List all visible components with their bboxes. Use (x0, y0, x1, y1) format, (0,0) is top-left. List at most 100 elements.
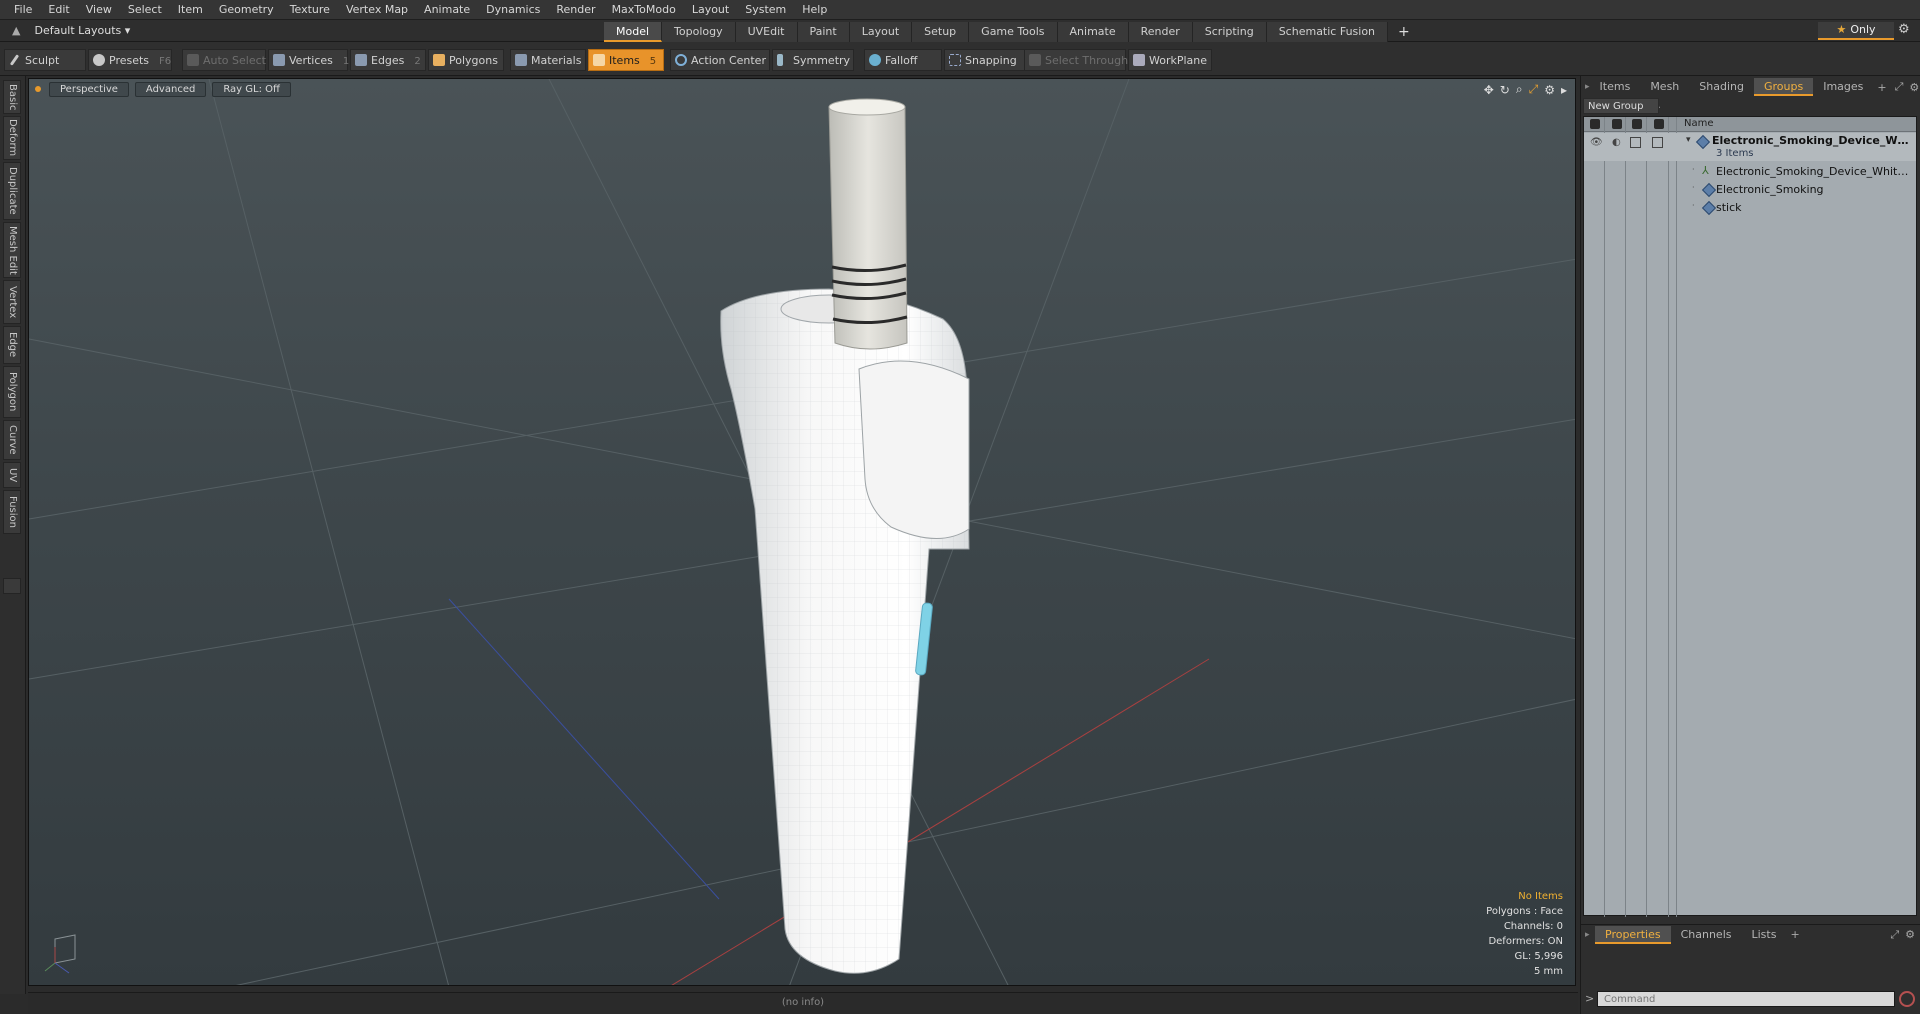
tab-game-tools[interactable]: Game Tools (969, 21, 1058, 42)
menu-help[interactable]: Help (794, 0, 835, 19)
vtab-edge[interactable]: Edge (3, 326, 21, 364)
panel-menu-icon[interactable]: ▸ (1581, 82, 1590, 92)
select-column-icon[interactable] (1654, 119, 1664, 129)
group-row-child-1[interactable]: · ⅄ Electronic_Smoking_Device_White_... (1584, 163, 1916, 181)
tab-lists[interactable]: Lists (1742, 926, 1787, 944)
tab-mesh[interactable]: Mesh ... (1640, 78, 1689, 111)
viewport-menu-dot-icon[interactable] (35, 86, 41, 92)
symmetry-button[interactable]: Symmetry (772, 49, 854, 71)
menu-file[interactable]: File (6, 0, 40, 19)
vtab-fusion[interactable]: Fusion (3, 490, 21, 534)
vtab-duplicate[interactable]: Duplicate (3, 162, 21, 220)
tab-paint[interactable]: Paint (797, 21, 850, 42)
tab-layout[interactable]: Layout (849, 21, 913, 42)
edges-button[interactable]: Edges 2 (350, 49, 426, 71)
vtab-mesh-edit[interactable]: Mesh Edit (3, 222, 21, 278)
polygons-button[interactable]: Polygons (428, 49, 504, 71)
tab-items[interactable]: Items (1590, 78, 1641, 96)
falloff-button[interactable]: Falloff (864, 49, 942, 71)
command-input[interactable] (1597, 991, 1895, 1007)
render-column-icon[interactable] (1612, 119, 1622, 129)
panel-expand-icon[interactable]: ⤢ (1891, 80, 1908, 94)
action-center-button[interactable]: Action Center (670, 49, 770, 71)
view-mode-button[interactable]: Perspective (49, 81, 129, 97)
lock-column-icon[interactable] (1632, 119, 1642, 129)
tab-topology[interactable]: Topology (662, 21, 736, 42)
only-button[interactable]: ★ Only (1818, 22, 1894, 40)
visibility-eye-icon[interactable]: 👁 (1590, 137, 1603, 148)
menu-item[interactable]: Item (170, 0, 211, 19)
tab-shading[interactable]: Shading (1689, 78, 1754, 96)
rotate-icon[interactable]: ↻ (1500, 83, 1510, 97)
raygl-button[interactable]: Ray GL: Off (212, 81, 291, 97)
vtab-uv[interactable]: UV (3, 462, 21, 488)
panel-gear-icon[interactable]: ⚙ (1907, 81, 1920, 94)
tab-uvedit[interactable]: UVEdit (735, 21, 798, 42)
bottom-gear-icon[interactable]: ⚙ (1903, 928, 1920, 941)
viewport-gear-icon[interactable]: ⚙ (1544, 83, 1555, 97)
group-row-child-2[interactable]: · Electronic_Smoking (1584, 181, 1916, 199)
group-row-child-3[interactable]: · stick (1584, 199, 1916, 217)
visibility-column-icon[interactable] (1590, 119, 1600, 129)
menu-edit[interactable]: Edit (40, 0, 77, 19)
layout-selector[interactable]: ▲ Default Layouts ▾ (8, 22, 134, 40)
zoom-icon[interactable]: ⌕ (1516, 82, 1523, 97)
menu-animate[interactable]: Animate (416, 0, 478, 19)
auto-select-button[interactable]: Auto Select (182, 49, 266, 71)
tab-channels[interactable]: Channels (1671, 926, 1742, 944)
workplane-button[interactable]: WorkPlane (1128, 49, 1212, 71)
materials-button[interactable]: Materials (510, 49, 586, 71)
pan-icon[interactable]: ✥ (1484, 83, 1494, 97)
add-panel-tab-icon[interactable]: + (1873, 81, 1890, 94)
menu-texture[interactable]: Texture (282, 0, 338, 19)
presets-button[interactable]: Presets F6 (88, 49, 172, 71)
group-row-root[interactable]: 👁 ◐ ▾ Electronic_Smoking_Device_Wh... 3 … (1584, 133, 1916, 161)
tab-animate[interactable]: Animate (1057, 21, 1129, 42)
bottom-panel-menu-icon[interactable]: ▸ (1581, 930, 1595, 940)
select-checkbox[interactable] (1652, 137, 1663, 148)
bottom-expand-icon[interactable]: ⤢ (1886, 928, 1903, 942)
vtab-extra[interactable] (3, 578, 21, 594)
command-history-icon[interactable] (1899, 991, 1915, 1007)
menu-vertex-map[interactable]: Vertex Map (338, 0, 416, 19)
new-group-button[interactable]: New Group (1583, 98, 1659, 114)
vtab-vertex[interactable]: Vertex (3, 280, 21, 324)
tab-schematic-fusion[interactable]: Schematic Fusion (1266, 21, 1389, 42)
items-button[interactable]: Items 5 (588, 49, 664, 71)
sculpt-button[interactable]: Sculpt (4, 49, 86, 71)
snapping-button[interactable]: Snapping (944, 49, 1026, 71)
tab-model[interactable]: Model (604, 21, 663, 42)
tab-properties[interactable]: Properties (1595, 925, 1671, 944)
menu-select[interactable]: Select (120, 0, 170, 19)
add-tab-button[interactable]: + (1388, 22, 1420, 42)
tab-scripting[interactable]: Scripting (1192, 21, 1267, 42)
gear-icon[interactable]: ⚙ (1898, 22, 1910, 37)
collapse-arrow-icon[interactable]: ▲ (12, 22, 20, 40)
menu-maxtomodo[interactable]: MaxToModo (604, 0, 684, 19)
tab-setup[interactable]: Setup (912, 21, 970, 42)
groups-list[interactable]: Name 👁 ◐ ▾ Electronic_Smoking_Device_Wh.… (1583, 116, 1917, 917)
lock-checkbox[interactable] (1630, 137, 1641, 148)
menu-system[interactable]: System (737, 0, 794, 19)
vtab-polygon[interactable]: Polygon (3, 366, 21, 418)
vtab-basic[interactable]: Basic (3, 80, 21, 114)
menu-geometry[interactable]: Geometry (211, 0, 282, 19)
shading-mode-button[interactable]: Advanced (134, 81, 207, 97)
add-bottom-tab-icon[interactable]: + (1786, 928, 1803, 941)
tab-images[interactable]: Images (1813, 78, 1873, 96)
viewport-expand-icon[interactable]: ▸ (1561, 83, 1567, 97)
expand-toggle-icon[interactable]: ▾ (1686, 135, 1691, 145)
menu-view[interactable]: View (78, 0, 120, 19)
select-through-button[interactable]: Select Through (1024, 49, 1128, 71)
fit-icon[interactable]: ⤢ (1529, 82, 1539, 97)
menu-layout[interactable]: Layout (684, 0, 737, 19)
vtab-deform[interactable]: Deform (3, 116, 21, 160)
render-toggle-icon[interactable]: ◐ (1612, 137, 1621, 148)
vertices-button[interactable]: Vertices 1 (268, 49, 349, 71)
vtab-curve[interactable]: Curve (3, 420, 21, 460)
name-column-header[interactable]: Name (1684, 118, 1714, 129)
tab-groups[interactable]: Groups (1753, 78, 1814, 96)
3d-viewport[interactable]: Perspective Advanced Ray GL: Off ✥ ↻ ⌕ ⤢… (28, 78, 1576, 986)
menu-dynamics[interactable]: Dynamics (478, 0, 548, 19)
menu-render[interactable]: Render (548, 0, 603, 19)
